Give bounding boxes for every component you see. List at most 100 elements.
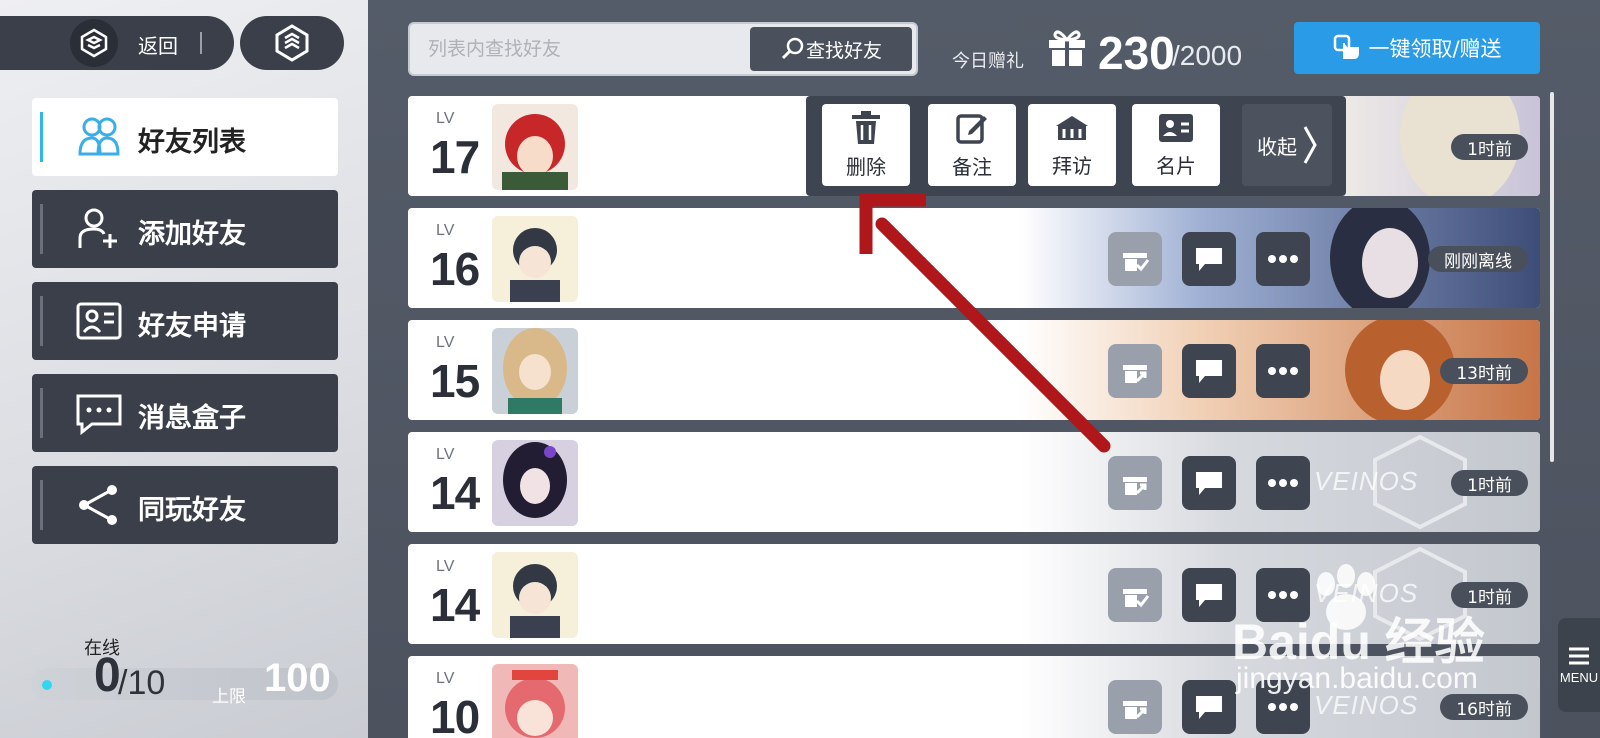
gift-sent-button[interactable] <box>1108 232 1162 286</box>
brand-watermark: VEINOS <box>1314 466 1419 496</box>
online-max: /10 <box>118 664 166 702</box>
id-card-icon <box>76 302 122 340</box>
sidebar-item-friend-requests[interactable]: 好友申请 <box>32 282 338 360</box>
visit-button[interactable]: 拜访 <box>1028 104 1116 186</box>
row-actions <box>1108 344 1310 398</box>
avatar[interactable] <box>492 664 578 738</box>
indicator <box>40 296 43 346</box>
status-badge: 13时前 <box>1440 358 1528 384</box>
avatar[interactable] <box>492 328 578 414</box>
gift-send-icon <box>1123 365 1147 383</box>
indicator <box>40 388 43 438</box>
chat-icon <box>1196 248 1222 271</box>
divider <box>200 32 202 54</box>
edit-icon <box>956 113 987 144</box>
sidebar-item-label: 添加好友 <box>138 219 246 250</box>
gift-max: /2000 <box>1172 40 1243 71</box>
gift-sent-button[interactable] <box>1108 568 1162 622</box>
level-number: 17 <box>430 131 480 183</box>
hamburger-icon <box>1569 647 1589 664</box>
more-button[interactable] <box>1256 456 1310 510</box>
more-button[interactable] <box>1256 232 1310 286</box>
claim-all-button[interactable]: 一键领取/赠送 <box>1294 22 1540 74</box>
limit-value: 100 <box>264 656 331 700</box>
note-label: 备注 <box>952 154 992 179</box>
level-number: 14 <box>430 579 480 631</box>
visit-label: 拜访 <box>1052 153 1092 178</box>
back-button[interactable]: 返回 <box>0 16 234 70</box>
chat-button[interactable] <box>1182 344 1236 398</box>
chat-button[interactable] <box>1182 232 1236 286</box>
delete-button[interactable]: 删除 <box>822 104 910 186</box>
online-count: 0 <box>94 649 121 702</box>
chat-icon <box>1196 696 1222 719</box>
more-icon <box>1268 591 1298 599</box>
game-logo-icon <box>70 19 118 67</box>
avatar[interactable] <box>492 440 578 526</box>
tap-icon <box>1334 34 1360 59</box>
more-button[interactable] <box>1256 344 1310 398</box>
sidebar-item-label: 同玩好友 <box>138 495 246 526</box>
note-button[interactable]: 备注 <box>928 104 1016 186</box>
chat-button[interactable] <box>1182 680 1236 734</box>
building-icon <box>1056 115 1088 140</box>
level-tag: LV <box>436 222 455 239</box>
sidebar-item-played-together[interactable]: 同玩好友 <box>32 466 338 544</box>
share-icon <box>79 485 117 525</box>
sidebar-item-label: 好友列表 <box>138 127 246 158</box>
more-icon <box>1268 255 1298 263</box>
chat-button[interactable] <box>1182 456 1236 510</box>
avatar[interactable] <box>492 104 578 190</box>
search-icon <box>781 37 804 60</box>
gift-send-button[interactable] <box>1108 344 1162 398</box>
level-number: 10 <box>430 691 480 738</box>
level-tag: LV <box>436 110 455 127</box>
sidebar-item-add-friend[interactable]: 添加好友 <box>32 190 338 268</box>
more-icon <box>1268 703 1298 711</box>
trash-icon <box>852 110 880 144</box>
sidebar: 返回 好友列表 添加好友 好友申请 消息盒子 同玩好友 在线 0 /10 上限 … <box>0 0 368 738</box>
search-button[interactable]: 查找好友 <box>750 27 912 71</box>
chevron-right-icon <box>1303 126 1317 164</box>
brand-logo-icon <box>275 24 309 62</box>
level-number: 16 <box>430 243 480 295</box>
claim-all-label: 一键领取/赠送 <box>1368 37 1502 61</box>
friend-row[interactable]: LV 16 刚刚离线 <box>408 208 1540 308</box>
search-button-label: 查找好友 <box>805 39 882 62</box>
row-actions <box>1108 232 1310 286</box>
friend-action-popup: 删除 备注 拜访 名片 收起 <box>806 96 1346 196</box>
sidebar-item-label: 好友申请 <box>138 311 246 342</box>
search-input[interactable] <box>418 28 754 70</box>
menu-button[interactable]: MENU <box>1558 618 1600 712</box>
more-icon <box>1268 479 1298 487</box>
avatar[interactable] <box>492 216 578 302</box>
card-button[interactable]: 名片 <box>1132 104 1220 186</box>
level-tag: LV <box>436 558 455 575</box>
row-actions <box>1108 456 1310 510</box>
level-number: 15 <box>430 355 480 407</box>
id-card-icon <box>1159 113 1193 142</box>
status-badge: 1时前 <box>1451 470 1528 496</box>
avatar[interactable] <box>492 552 578 638</box>
scrollbar[interactable] <box>1550 92 1554 462</box>
online-dot-icon <box>42 680 52 690</box>
more-icon <box>1268 367 1298 375</box>
level-number: 14 <box>430 467 480 519</box>
collapse-button[interactable]: 收起 <box>1242 104 1332 186</box>
level-tag: LV <box>436 670 455 687</box>
message-icon <box>76 394 122 436</box>
friend-row[interactable]: LV 15 13时前 <box>408 320 1540 420</box>
gift-send-button[interactable] <box>1108 680 1162 734</box>
sidebar-item-label: 消息盒子 <box>138 403 246 434</box>
sidebar-item-friend-list[interactable]: 好友列表 <box>32 98 338 176</box>
friend-row[interactable]: LV 14 VEINOS 1时前 <box>408 432 1540 532</box>
search-bar: 查找好友 <box>408 22 918 76</box>
sidebar-item-message-box[interactable]: 消息盒子 <box>32 374 338 452</box>
gift-send-button[interactable] <box>1108 456 1162 510</box>
gift-check-icon <box>1123 253 1150 272</box>
back-label: 返回 <box>138 34 178 58</box>
gift-check-icon <box>1123 589 1150 608</box>
brand-button[interactable] <box>240 16 344 70</box>
chat-button[interactable] <box>1182 568 1236 622</box>
gift-count: 230 <box>1098 27 1175 79</box>
